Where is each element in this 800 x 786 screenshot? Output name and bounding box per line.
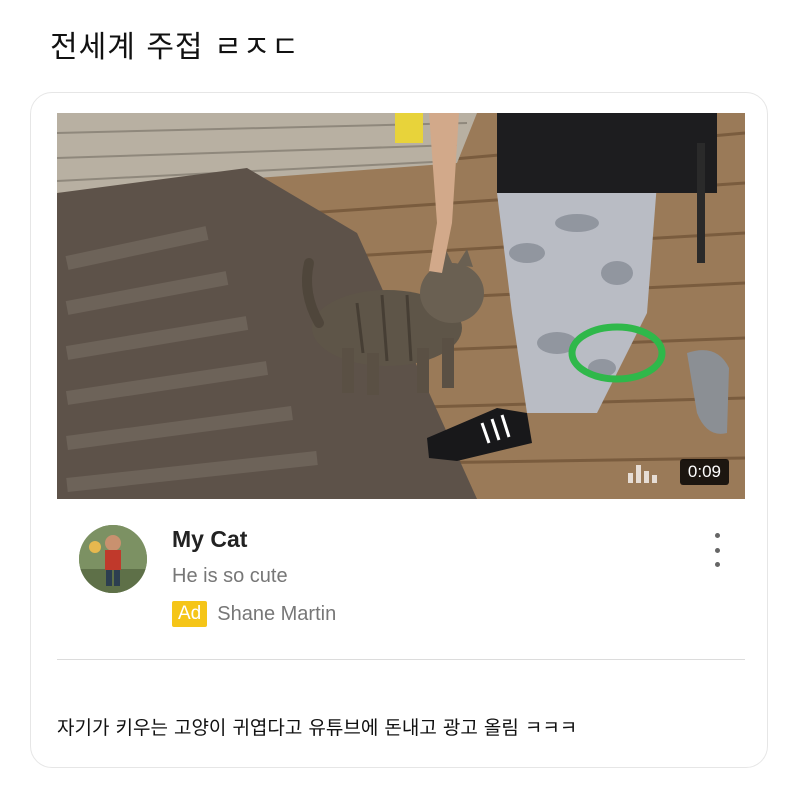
- video-thumbnail-image: [57, 113, 745, 499]
- post-title: 전세계 주접 ㄹㅈㄷ: [50, 30, 300, 65]
- divider: [57, 659, 745, 660]
- ad-badge: Ad: [172, 601, 208, 627]
- ad-row: Ad Shane Martin: [172, 601, 336, 627]
- audio-bars-icon: [628, 465, 657, 483]
- more-vertical-icon[interactable]: [707, 533, 727, 567]
- avatar-image: [79, 525, 147, 593]
- post-caption: 자기가 키우는 고양이 귀엽다고 유튜브에 돈내고 광고 올림 ㅋㅋㅋ: [57, 717, 578, 739]
- channel-avatar[interactable]: [79, 525, 147, 593]
- video-description: He is so cute: [172, 565, 288, 587]
- video-duration: 0:09: [679, 459, 729, 485]
- channel-name[interactable]: Shane Martin: [217, 603, 336, 626]
- video-ad-card[interactable]: 0:09 My Cat He is so cute Ad Shane Marti…: [30, 92, 768, 768]
- video-title[interactable]: My Cat: [172, 526, 247, 553]
- video-thumbnail[interactable]: 0:09: [57, 113, 745, 499]
